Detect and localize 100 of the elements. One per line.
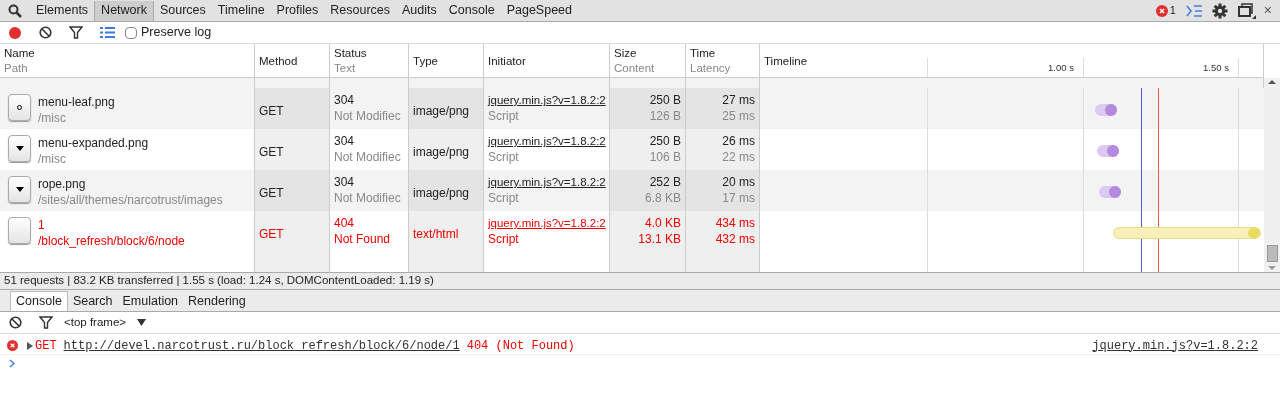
panel-tab[interactable]: Resources [324, 0, 397, 21]
initiator-link[interactable]: jquery.min.js?v=1.8.2:2 [488, 215, 606, 231]
initiator-type: Script [488, 231, 519, 247]
expand-triangle-icon[interactable] [27, 341, 33, 350]
search-icon[interactable] [8, 3, 22, 18]
preserve-log-checkbox[interactable] [125, 26, 137, 39]
error-count: 1 [1169, 3, 1176, 19]
panel-tab[interactable]: Audits [396, 0, 443, 21]
status-code: 404 [334, 215, 356, 231]
time-cell: 27 ms [722, 92, 755, 108]
content-size-cell: 6.8 KB [644, 190, 681, 206]
request-path: /misc [38, 151, 67, 167]
column-title[interactable]: Time [690, 45, 755, 60]
scrollbar[interactable] [1264, 78, 1280, 272]
timeline-bar [1097, 145, 1119, 157]
panel-tab[interactable]: Profiles [270, 0, 325, 21]
type-cell-text: image/png [413, 144, 470, 161]
panel-tab[interactable]: Timeline [211, 0, 271, 21]
size-cell: 250 B [649, 133, 681, 149]
status-code: 304 [334, 174, 356, 190]
panel-tab[interactable]: Console [442, 0, 501, 21]
file-thumbnail-icon [8, 217, 31, 244]
latency-cell: 17 ms [722, 190, 755, 206]
type-cell-text: image/png [413, 185, 470, 202]
request-row[interactable]: menu-leaf.png /misc GET 304 Not Modifiec image/png jquery.min.js?v=1.8.2:2 Script 250 B 126 B 27 ms 25 ms [0, 88, 1264, 129]
column-subtitle[interactable]: Content [614, 59, 681, 76]
status-text: Not Found [334, 231, 392, 247]
size-cell: 250 B [649, 92, 681, 108]
dock-icon[interactable] [1237, 2, 1256, 19]
column-title[interactable]: Method [259, 53, 325, 68]
status-code: 304 [334, 133, 356, 149]
panel-tab[interactable]: Network [94, 0, 154, 21]
request-name[interactable]: menu-leaf.png [38, 94, 115, 110]
file-thumbnail-icon [8, 135, 31, 162]
type-cell-text: text/html [413, 226, 459, 243]
request-name[interactable]: rope.png [38, 176, 223, 192]
size-cell: 252 B [649, 174, 681, 190]
dropdown-caret-icon[interactable] [137, 319, 146, 326]
source-link[interactable]: jquery.min.js?v=1.8.2:2 [1092, 336, 1258, 355]
file-thumbnail-icon [8, 176, 31, 203]
drawer-tab[interactable]: Search [67, 291, 118, 311]
frame-selector[interactable]: <top frame> [64, 313, 126, 332]
file-thumbnail-icon [8, 94, 31, 121]
initiator-link[interactable]: jquery.min.js?v=1.8.2:2 [488, 92, 606, 108]
clear-icon[interactable] [9, 316, 22, 329]
latency-cell: 22 ms [722, 149, 755, 165]
request-url-link[interactable]: http://devel.narcotrust.ru/block_refresh/block/6/node/1 [63, 336, 460, 355]
content-size-cell: 106 B [649, 149, 681, 165]
method-cell-text: GET [259, 226, 284, 243]
filter-icon[interactable] [39, 316, 53, 329]
request-row[interactable]: rope.png /sites/all/themes/narcotrust/images GET 304 Not Modifiec image/png jquery.min.js?v=1.8.2:2 Script 252 B 6.8 KB 20 ms 17 ms [0, 170, 1264, 211]
request-path: /sites/all/themes/narcotrust/images [38, 192, 223, 208]
initiator-link[interactable]: jquery.min.js?v=1.8.2:2 [488, 133, 606, 149]
initiator-link[interactable]: jquery.min.js?v=1.8.2:2 [488, 174, 606, 190]
column-title[interactable]: Name [4, 45, 250, 60]
latency-cell: 25 ms [722, 108, 755, 124]
panel-tab[interactable]: Elements [30, 0, 95, 21]
request-name[interactable]: 1 [38, 217, 185, 233]
preserve-log-label[interactable]: Preserve log [141, 23, 212, 42]
filter-icon[interactable] [69, 26, 83, 39]
content-size-cell: 13.1 KB [638, 231, 681, 247]
initiator-type: Script [488, 190, 519, 206]
prompt-chevron-icon[interactable] [9, 359, 15, 368]
timeline-tick-label: 1.50 s [1203, 60, 1229, 75]
request-name[interactable]: menu-expanded.png [38, 135, 149, 151]
column-title[interactable]: Type [413, 53, 479, 68]
column-title[interactable]: Size [614, 45, 681, 60]
settings-icon[interactable] [1211, 2, 1228, 19]
close-button[interactable]: × [1263, 0, 1272, 21]
record-icon[interactable] [8, 25, 22, 40]
column-subtitle[interactable]: Latency [690, 59, 755, 76]
method-cell-text: GET [259, 103, 284, 120]
column-subtitle[interactable]: Text [334, 59, 404, 76]
drawer-toggle-icon[interactable] [1185, 4, 1202, 17]
column-subtitle[interactable]: Path [4, 59, 250, 76]
drawer-tab[interactable]: Console [10, 291, 68, 311]
time-cell: 26 ms [722, 133, 755, 149]
method-cell-text: GET [259, 185, 284, 202]
timeline-tick-label: 1.00 s [1048, 60, 1074, 75]
drawer-tab[interactable]: Emulation [117, 291, 184, 311]
request-path: /misc [38, 110, 67, 126]
column-title[interactable]: Initiator [488, 53, 605, 68]
size-cell: 4.0 KB [644, 215, 681, 231]
panel-tab[interactable]: PageSpeed [500, 0, 578, 21]
initiator-type: Script [488, 149, 519, 165]
type-cell-text: image/png [413, 103, 470, 120]
summary-text: 51 requests | 83.2 KB transferred | 1.55 s (load: 1.24 s, DOMContentLoaded: 1.19 s) [4, 273, 434, 289]
request-path: /block_refresh/block/6/node [38, 233, 185, 249]
panel-tab[interactable]: Sources [153, 0, 212, 21]
time-cell: 20 ms [722, 174, 755, 190]
latency-cell: 432 ms [715, 231, 755, 247]
time-cell: 434 ms [715, 215, 755, 231]
content-size-cell: 126 B [649, 108, 681, 124]
list-view-icon[interactable] [100, 27, 115, 38]
error-status: 404 (Not Found) [466, 337, 575, 355]
drawer-tab[interactable]: Rendering [183, 291, 251, 311]
column-title[interactable]: Status [334, 45, 404, 60]
clear-icon[interactable] [39, 26, 52, 39]
error-icon[interactable] [1155, 4, 1168, 17]
timeline-bar [1099, 186, 1121, 198]
